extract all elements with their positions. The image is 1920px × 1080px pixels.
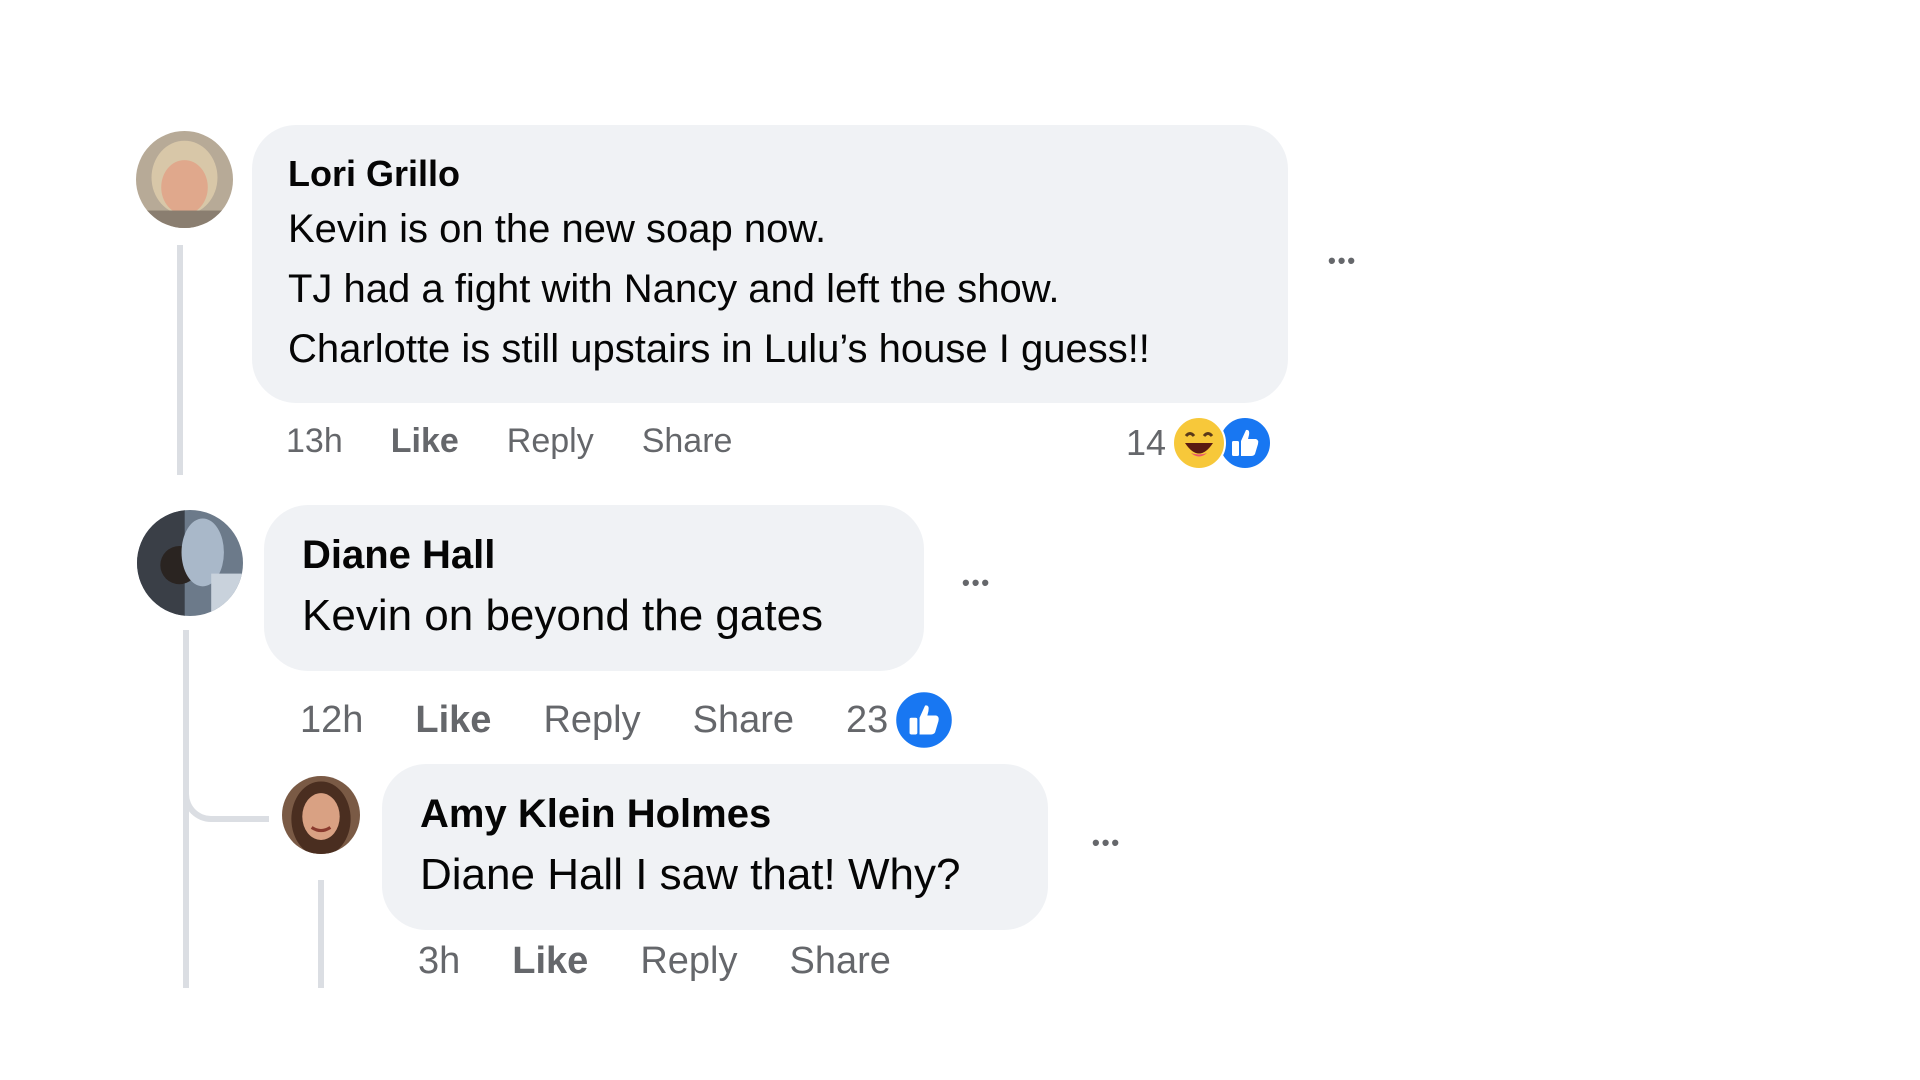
more-options-icon[interactable]: ••• bbox=[1092, 830, 1121, 856]
comment-timestamp[interactable]: 13h bbox=[286, 422, 343, 461]
comment-text: Kevin on beyond the gates bbox=[302, 591, 824, 640]
reply-button[interactable]: Reply bbox=[640, 940, 737, 983]
thread-branch-curve bbox=[183, 760, 269, 822]
like-button[interactable]: Like bbox=[391, 422, 459, 461]
like-button[interactable]: Like bbox=[415, 699, 491, 742]
avatar[interactable] bbox=[136, 131, 233, 228]
like-icon bbox=[894, 690, 955, 750]
comment-actions: 13h Like Reply Share bbox=[286, 422, 780, 461]
share-button[interactable]: Share bbox=[642, 422, 733, 461]
comment-text-line: TJ had a fight with Nancy and left the s… bbox=[288, 267, 1060, 311]
avatar[interactable] bbox=[137, 510, 243, 616]
avatar[interactable] bbox=[282, 776, 360, 854]
comment-text-line: Kevin is on the new soap now. bbox=[288, 207, 827, 251]
comment-actions: 12h Like Reply Share 23 bbox=[300, 690, 1002, 750]
more-options-icon[interactable]: ••• bbox=[1328, 248, 1357, 274]
reaction-count: 14 bbox=[1126, 422, 1167, 463]
like-button[interactable]: Like bbox=[512, 940, 588, 983]
share-button[interactable]: Share bbox=[693, 699, 794, 742]
comment-author[interactable]: Amy Klein Holmes bbox=[420, 792, 771, 837]
like-icon bbox=[1218, 416, 1273, 470]
comment-timestamp[interactable]: 3h bbox=[418, 940, 460, 983]
comment-text: Diane Hall I saw that! Why? bbox=[420, 850, 961, 899]
reaction-summary[interactable]: 14 bbox=[1126, 416, 1273, 470]
share-button[interactable]: Share bbox=[789, 940, 890, 983]
reaction-count: 23 bbox=[846, 698, 889, 741]
comment-author[interactable]: Lori Grillo bbox=[288, 153, 460, 195]
reply-button[interactable]: Reply bbox=[507, 422, 594, 461]
thread-line-3 bbox=[318, 880, 324, 988]
reply-button[interactable]: Reply bbox=[543, 699, 640, 742]
comment-text-line: Charlotte is still upstairs in Lulu’s ho… bbox=[288, 327, 1150, 371]
comment-bubble: Lori Grillo Kevin is on the new soap now… bbox=[252, 125, 1288, 403]
reaction-summary[interactable]: 23 bbox=[846, 690, 1002, 750]
comment-actions: 3h Like Reply Share bbox=[418, 940, 891, 983]
comment-bubble: Diane Hall Kevin on beyond the gates bbox=[264, 505, 924, 671]
thread-line-1 bbox=[177, 245, 183, 475]
more-options-icon[interactable]: ••• bbox=[962, 570, 991, 596]
comment-bubble: Amy Klein Holmes Diane Hall I saw that! … bbox=[382, 764, 1048, 930]
comment-timestamp[interactable]: 12h bbox=[300, 699, 363, 742]
comment-author[interactable]: Diane Hall bbox=[302, 533, 495, 578]
haha-icon bbox=[1172, 416, 1227, 470]
